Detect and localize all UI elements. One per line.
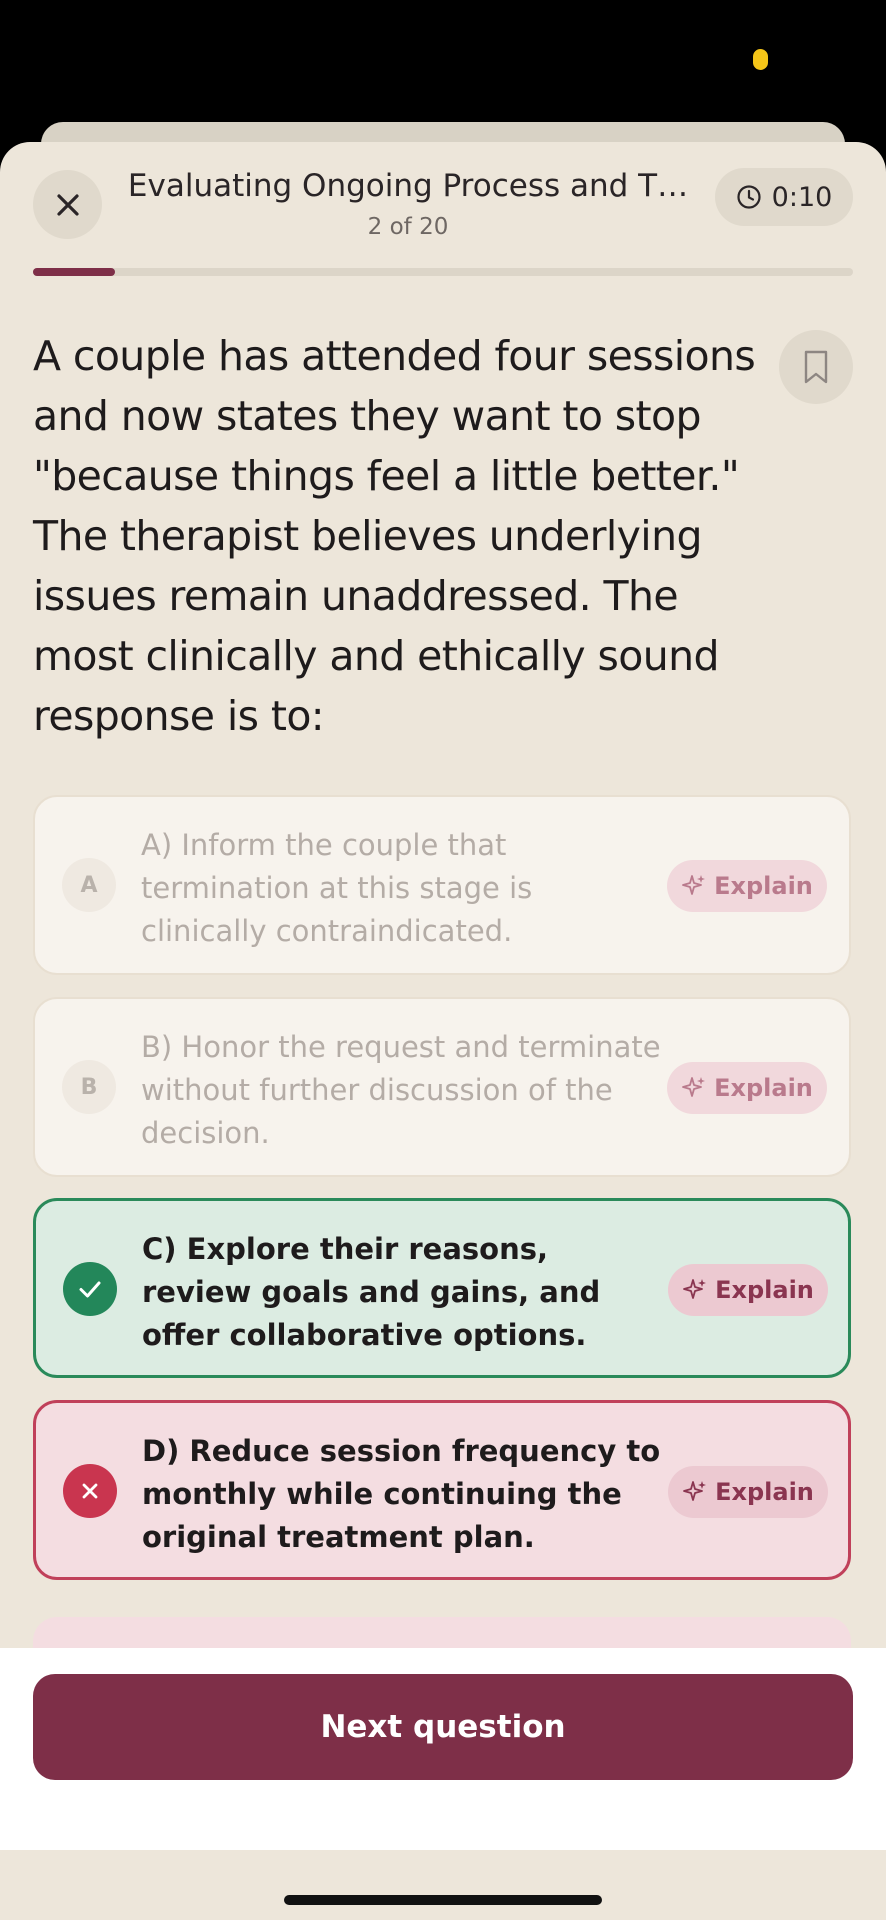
answer-option-c[interactable]: C) Explore their reasons, review goals a…	[33, 1198, 851, 1378]
close-icon	[56, 193, 79, 216]
option-text: C) Explore their reasons, review goals a…	[142, 1232, 601, 1352]
explain-button[interactable]: Explain	[668, 1264, 828, 1316]
sparkle-icon	[683, 1279, 707, 1299]
option-text: A) Inform the couple that termination at…	[141, 828, 533, 948]
timer: 0:10	[715, 168, 853, 226]
explain-label: Explain	[715, 1478, 814, 1506]
status-bar	[0, 0, 886, 140]
sparkle-icon	[682, 875, 706, 895]
answer-option-b[interactable]: B B) Honor the request and terminate wit…	[33, 997, 851, 1177]
progress-fill	[33, 268, 115, 276]
sparkle-icon	[683, 1481, 707, 1501]
explain-label: Explain	[714, 872, 813, 900]
question-text: A couple has attended four sessions and …	[33, 332, 756, 740]
clock-icon	[737, 185, 761, 209]
question-counter: 2 of 20	[367, 214, 449, 240]
footer-bar: Next question	[0, 1648, 886, 1850]
x-mark-icon	[82, 1483, 98, 1499]
answer-option-a[interactable]: A A) Inform the couple that termination …	[33, 795, 851, 975]
option-letter-badge: A	[62, 858, 116, 912]
bookmark-icon	[804, 350, 828, 384]
timer-value: 0:10	[771, 181, 833, 213]
explain-label: Explain	[715, 1276, 814, 1304]
quiz-sheet: Evaluating Ongoing Process and T… 2 of 2…	[0, 142, 886, 1920]
close-button[interactable]	[33, 170, 102, 239]
next-question-button[interactable]: Next question	[33, 1674, 853, 1780]
option-text: D) Reduce session frequency to monthly w…	[142, 1434, 661, 1554]
quiz-title: Evaluating Ongoing Process and T…	[127, 168, 689, 204]
explain-label: Explain	[714, 1074, 813, 1102]
correct-badge	[63, 1262, 117, 1316]
answer-option-d[interactable]: D) Reduce session frequency to monthly w…	[33, 1400, 851, 1580]
option-letter-badge: B	[62, 1060, 116, 1114]
explain-button[interactable]: Explain	[668, 1466, 828, 1518]
recording-indicator-icon	[753, 49, 768, 70]
option-text: B) Honor the request and terminate witho…	[141, 1030, 661, 1150]
progress-bar	[33, 268, 853, 276]
sparkle-icon	[682, 1077, 706, 1097]
explain-button[interactable]: Explain	[667, 860, 827, 912]
explain-button[interactable]: Explain	[667, 1062, 827, 1114]
incorrect-badge	[63, 1464, 117, 1518]
home-indicator[interactable]	[284, 1895, 602, 1905]
bookmark-button[interactable]	[779, 330, 853, 404]
checkmark-icon	[79, 1281, 101, 1298]
